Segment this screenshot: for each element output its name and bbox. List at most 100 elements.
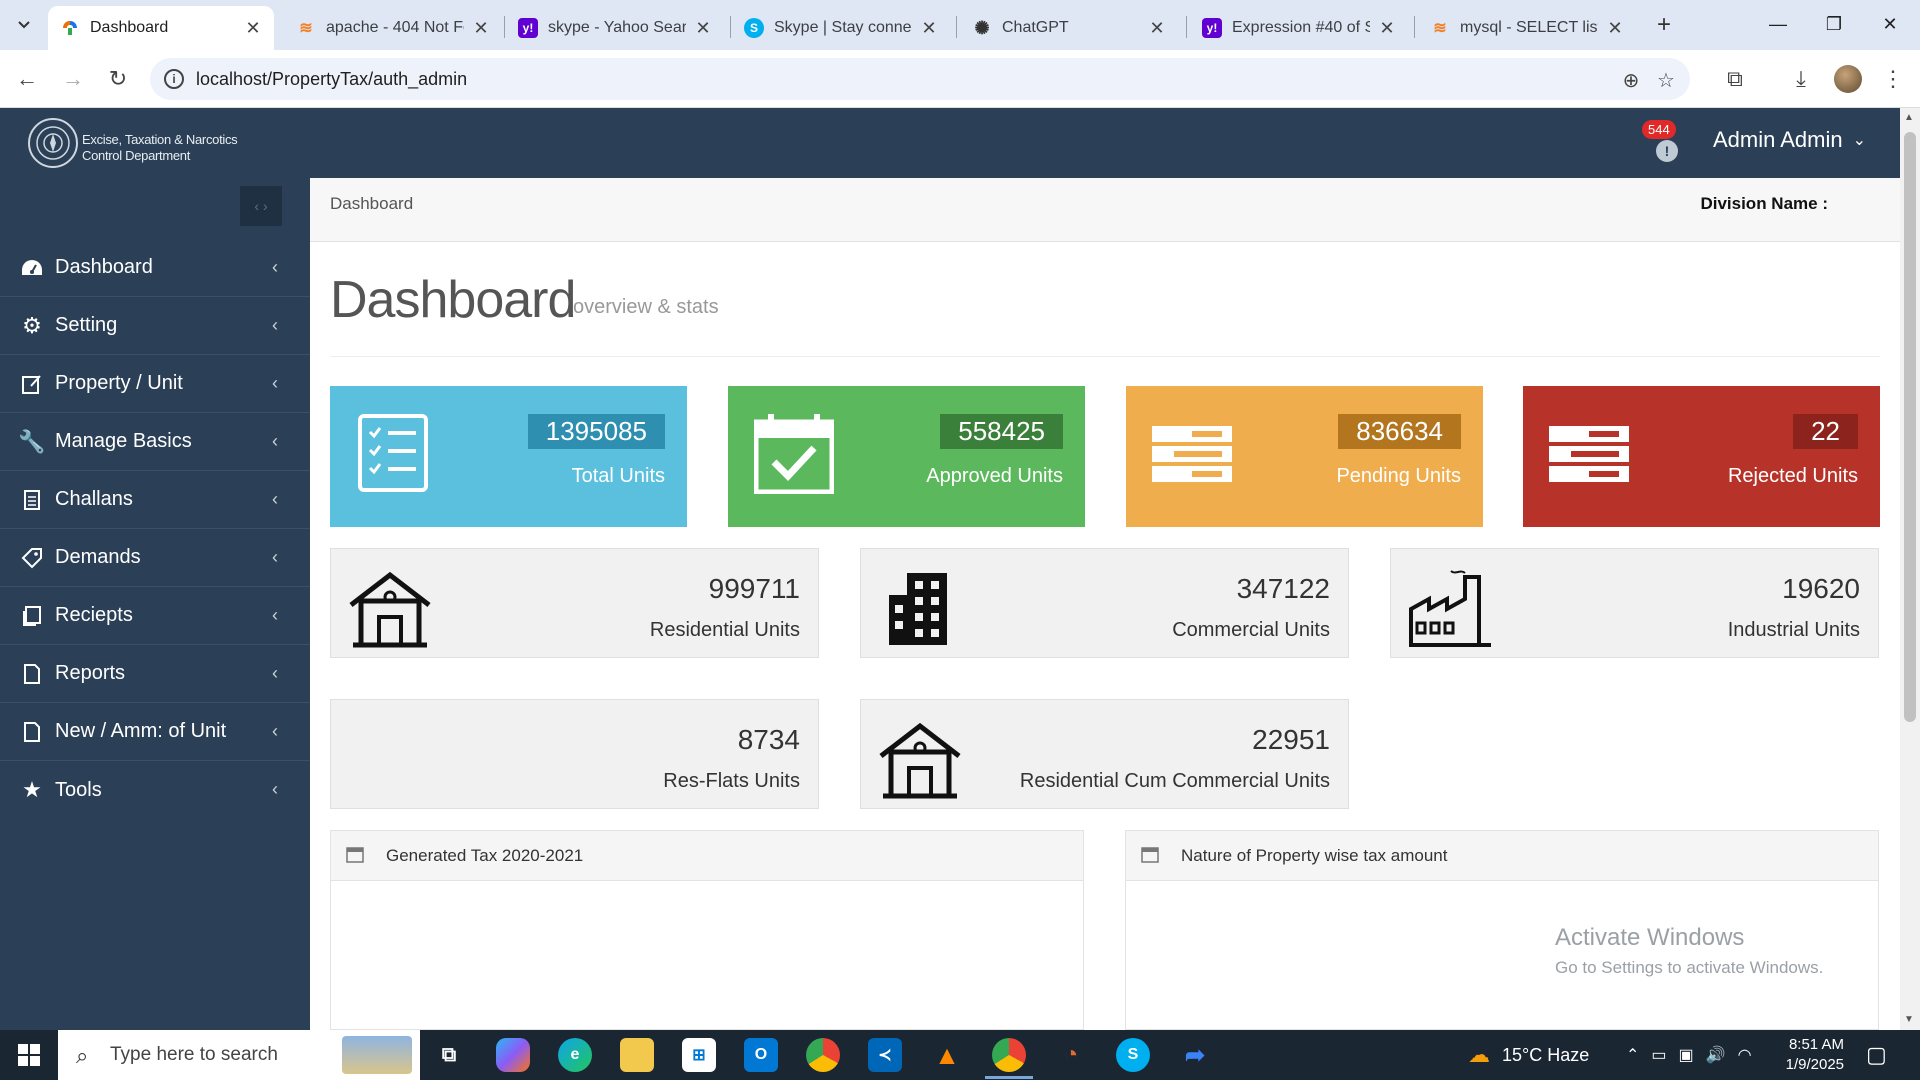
server-stack-icon <box>1549 426 1629 482</box>
tab-close-icon[interactable]: ✕ <box>1148 18 1166 39</box>
forward-button[interactable]: → <box>58 64 88 94</box>
reload-button[interactable]: ↻ <box>103 64 133 94</box>
vscode-icon[interactable]: ≺ <box>868 1038 902 1072</box>
back-button[interactable]: ← <box>12 64 42 94</box>
download-icon[interactable]: ⤓ <box>1786 64 1816 94</box>
microsoft-store-icon[interactable]: ⊞ <box>682 1038 716 1072</box>
chrome-profile-icon[interactable] <box>992 1038 1026 1072</box>
meet-now-icon[interactable]: ▣ <box>1679 1045 1694 1065</box>
tab-mysql[interactable]: ≋ mysql - SELECT list is ✕ <box>1418 6 1636 50</box>
tab-apache[interactable]: ≋ apache - 404 Not Fo ✕ <box>284 6 502 50</box>
chrome-icon[interactable] <box>806 1038 840 1072</box>
stat-card-total-units[interactable]: 1395085 Total Units <box>330 386 687 527</box>
tab-close-icon[interactable]: ✕ <box>244 18 262 39</box>
profile-avatar[interactable] <box>1834 65 1862 93</box>
new-tab-button[interactable]: + <box>1650 12 1678 40</box>
sidebar-item-new-amm-unit[interactable]: New / Amm: of Unit ‹ <box>0 703 310 761</box>
url-text: localhost/PropertyTax/auth_admin <box>196 68 468 89</box>
yahoo-icon: y! <box>518 18 538 38</box>
vlc-icon[interactable]: ▲ <box>930 1038 964 1072</box>
house-icon <box>349 571 431 648</box>
copilot-icon[interactable] <box>496 1038 530 1072</box>
panel-generated-tax: Generated Tax 2020-2021 <box>330 830 1084 1030</box>
start-button[interactable] <box>0 1030 58 1080</box>
stat-card-rejected-units[interactable]: 22 Rejected Units <box>1523 386 1880 527</box>
sidebar-item-challans[interactable]: Challans ‹ <box>0 471 310 529</box>
sidebar-item-label: Setting <box>55 314 118 336</box>
tab-skype[interactable]: S Skype | Stay connecte ✕ <box>732 6 950 50</box>
tab-title: mysql - SELECT list is <box>1460 19 1598 36</box>
tab-close-icon[interactable]: ✕ <box>920 18 938 39</box>
extensions-icon[interactable]: ⧉ <box>1720 64 1750 94</box>
page-scrollbar[interactable]: ▲ ▼ <box>1900 108 1920 1030</box>
edge-icon[interactable]: e <box>558 1038 592 1072</box>
tab-separator <box>504 16 505 38</box>
unit-card-industrial[interactable]: 19620 Industrial Units <box>1390 548 1879 658</box>
weather-widget[interactable]: ☁ 15°C Haze <box>1468 1030 1589 1080</box>
sidebar-item-setting[interactable]: ⚙ Setting ‹ <box>0 297 310 355</box>
scroll-down-arrow-icon[interactable]: ▼ <box>1904 1014 1914 1025</box>
app-icon[interactable]: ➦ <box>1178 1038 1212 1072</box>
chevron-left-icon: ‹ <box>272 257 278 277</box>
unit-label: Commercial Units <box>1172 619 1330 641</box>
battery-icon[interactable]: ▭ <box>1651 1045 1666 1065</box>
tab-dashboard[interactable]: Dashboard ✕ <box>48 6 274 50</box>
tab-close-icon[interactable]: ✕ <box>694 18 712 39</box>
minimize-button[interactable]: — <box>1749 0 1807 48</box>
file-explorer-icon[interactable] <box>620 1038 654 1072</box>
breadcrumb[interactable]: Dashboard <box>330 194 413 214</box>
stat-card-pending-units[interactable]: 836634 Pending Units <box>1126 386 1483 527</box>
outlook-icon[interactable]: O <box>744 1038 778 1072</box>
file-icon <box>20 720 44 744</box>
taskbar-clock[interactable]: 8:51 AM 1/9/2025 <box>1768 1035 1844 1075</box>
tab-title: apache - 404 Not Fo <box>326 19 464 36</box>
sidebar-item-tools[interactable]: ★ Tools ‹ <box>0 761 310 819</box>
app-icon[interactable]: ◔ <box>1054 1038 1088 1072</box>
sidebar-item-reports[interactable]: Reports ‹ <box>0 645 310 703</box>
wifi-icon[interactable]: ◠ <box>1738 1045 1752 1065</box>
notifications[interactable]: ! 544 <box>1640 120 1684 164</box>
tab-close-icon[interactable]: ✕ <box>472 18 490 39</box>
unit-card-commercial[interactable]: 347122 Commercial Units <box>860 548 1349 658</box>
notification-center-icon[interactable]: ▢ <box>1866 1030 1887 1080</box>
address-bar[interactable]: i localhost/PropertyTax/auth_admin ⊕ ☆ <box>150 58 1690 100</box>
tab-search-button[interactable] <box>8 9 40 41</box>
user-menu[interactable]: Admin Admin ⌄ <box>1713 127 1866 153</box>
unit-card-res-cum-commercial[interactable]: 22951 Residential Cum Commercial Units <box>860 699 1349 809</box>
tab-yahoo-skype[interactable]: y! skype - Yahoo Search ✕ <box>506 6 724 50</box>
tab-separator <box>1414 16 1415 38</box>
taskbar-search-box[interactable]: ⌕ Type here to search <box>58 1030 420 1080</box>
sidebar-item-demands[interactable]: Demands ‹ <box>0 529 310 587</box>
tab-close-icon[interactable]: ✕ <box>1606 18 1624 39</box>
stat-label: Rejected Units <box>1727 465 1858 487</box>
tab-close-icon[interactable]: ✕ <box>1378 18 1396 39</box>
sidebar-toggle-button[interactable]: ‹ › <box>240 186 282 226</box>
unit-label: Residential Units <box>649 619 800 641</box>
bookmark-star-icon[interactable]: ☆ <box>1655 70 1677 92</box>
close-window-button[interactable]: ✕ <box>1861 0 1919 48</box>
restore-button[interactable]: ❐ <box>1805 0 1863 48</box>
scrollbar-thumb[interactable] <box>1904 132 1916 722</box>
sidebar-item-dashboard[interactable]: Dashboard ‹ <box>0 239 310 297</box>
sidebar-item-manage-basics[interactable]: 🔧 Manage Basics ‹ <box>0 413 310 471</box>
receipt-icon <box>20 604 44 628</box>
zoom-icon[interactable]: ⊕ <box>1620 70 1642 92</box>
unit-card-res-flats[interactable]: 8734 Res-Flats Units <box>330 699 819 809</box>
active-app-indicator <box>985 1076 1033 1079</box>
stat-card-approved-units[interactable]: 558425 Approved Units <box>728 386 1085 527</box>
task-view-icon[interactable]: ⧉ <box>432 1038 466 1072</box>
browser-menu-icon[interactable]: ⋮ <box>1878 64 1908 94</box>
department-logo[interactable] <box>28 118 78 168</box>
sidebar-item-property-unit[interactable]: Property / Unit ‹ <box>0 355 310 413</box>
sidebar-item-reciepts[interactable]: Reciepts ‹ <box>0 587 310 645</box>
sidebar-item-label: Reports <box>55 662 126 684</box>
site-info-icon[interactable]: i <box>164 69 184 89</box>
factory-icon <box>1409 570 1491 647</box>
chevron-up-icon[interactable]: ⌃ <box>1626 1045 1639 1065</box>
scroll-up-arrow-icon[interactable]: ▲ <box>1904 112 1914 123</box>
volume-icon[interactable]: 🔊 <box>1706 1045 1726 1065</box>
unit-card-residential[interactable]: 999711 Residential Units <box>330 548 819 658</box>
tab-expression[interactable]: y! Expression #40 of SE ✕ <box>1190 6 1408 50</box>
tab-chatgpt[interactable]: ✺ ChatGPT ✕ <box>960 6 1178 50</box>
skype-icon[interactable]: S <box>1116 1038 1150 1072</box>
